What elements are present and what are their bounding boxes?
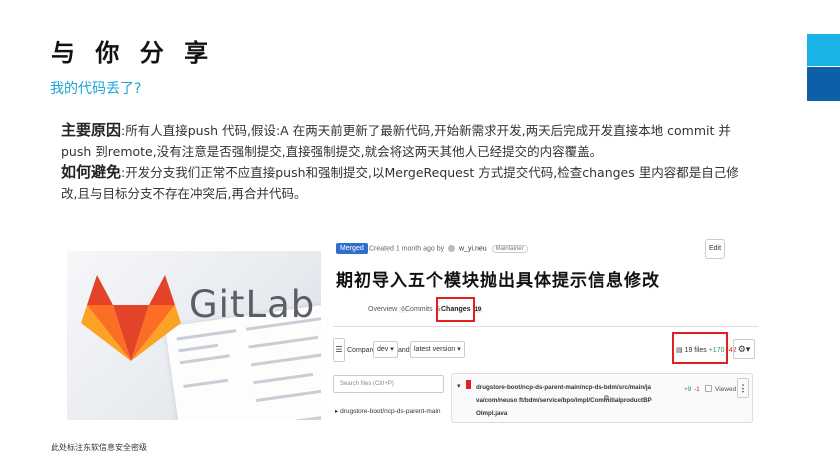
compare-source-select[interactable]: dev ▾ [373,341,398,358]
author-avatar [448,245,456,252]
file-diff-header: ▾ drugstore-boot/ncp-ds-parent-main/ncp-… [451,373,753,423]
mr-title: 期初导入五个模块抛出具体提示信息修改 [336,271,660,290]
merged-status-badge: Merged [336,243,368,254]
file-options-kebab-icon[interactable]: ⋮ [737,378,749,398]
compare-source-value: dev [377,346,389,353]
avoid-text: :开发分支我们正常不应直接push和强制提交,以MergeRequest 方式提… [61,165,739,201]
compare-target-select[interactable]: latest version ▾ [410,341,465,358]
main-cause-label: 主要原因 [61,121,122,139]
author-role-badge: Maintainer [491,245,528,254]
chevron-down-icon[interactable]: ▾ [457,382,461,390]
viewed-label: Viewed [715,386,737,393]
tab-commits-label: Commits [405,306,433,313]
file-search-input[interactable]: Search files (Ctrl+P) [333,375,444,393]
file-tree-item-label: drugstore-boot/ncp-ds-parent-main [340,408,441,415]
tab-overview[interactable]: Overview 0 [368,306,407,313]
folder-icon: ▸ [335,408,339,415]
chevron-down-icon: ▾ [457,346,461,353]
changes-tab-highlight [436,297,475,322]
compare-label: Compare [347,347,376,354]
accent-bar-bottom [807,67,840,101]
gitlab-logo-icon [81,275,181,361]
chevron-down-icon: ▾ [390,346,394,353]
security-footer: 此处标注东软信息安全密级 [51,443,147,452]
edit-button[interactable]: Edit [705,239,725,259]
java-file-icon [466,380,471,389]
slide-body: 主要原因:所有人直接push 代码,假设:A 在两天前更新了最新代码,开始新需求… [61,120,751,204]
slide-title: 与 你 分 享 [51,39,215,67]
mr-author[interactable]: w_yi.neu [459,245,487,252]
mr-meta-prefix: Created 1 month ago by [369,245,445,253]
diff-stats-highlight [672,332,728,364]
gitlab-photo: GitLab [67,251,321,420]
compare-target-value: latest version [414,346,456,353]
avoid-label: 如何避免 [61,163,122,181]
copy-path-icon[interactable]: ⧉ [604,395,609,403]
mr-meta: Created 1 month ago by w_yi.neu Maintain… [369,245,528,254]
file-additions: +9 [684,386,692,393]
merge-request-screenshot: Merged Created 1 month ago by w_yi.neu M… [333,235,758,425]
settings-gear-icon[interactable]: ⚙▾ [733,339,755,359]
gitlab-wordmark: GitLab [189,283,316,326]
tabs-divider [333,326,758,327]
main-cause-text: :所有人直接push 代码,假设:A 在两天前更新了最新代码,开始新需求开发,两… [61,123,731,159]
file-deletions: -1 [694,386,700,393]
and-label: and [398,347,410,354]
file-path: drugstore-boot/ncp-ds-parent-main/ncp-ds… [476,384,652,417]
viewed-checkbox[interactable] [705,385,712,392]
tab-overview-label: Overview [368,306,398,313]
slide-subtitle: 我的代码丢了? [50,81,142,97]
accent-bar-top [807,34,840,66]
file-tree-item[interactable]: ▸ drugstore-boot/ncp-ds-parent-main [335,407,441,415]
file-tree-toggle-icon[interactable]: ☰ [333,338,345,362]
